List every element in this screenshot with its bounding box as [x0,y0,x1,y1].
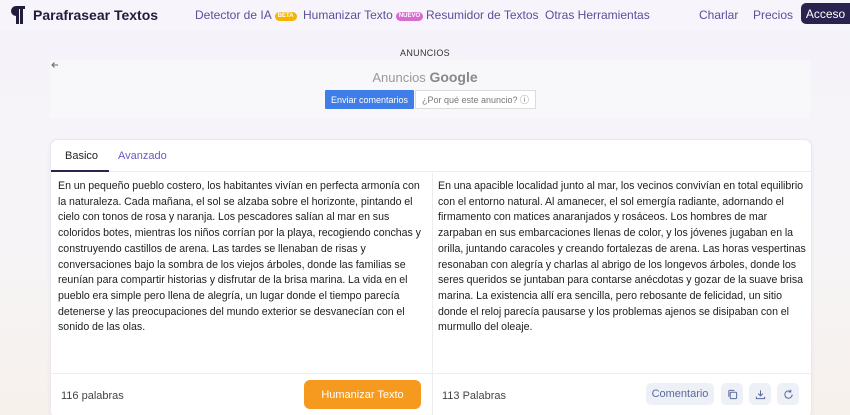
nav-link-label: Detector de IA [195,8,272,22]
top-navbar: Parafrasear Textos Detector de IA BETA Hu… [0,0,850,30]
ad-label: ANUNCIOS [400,48,450,58]
output-text: En una apacible localidad junto al mar, … [438,180,806,334]
footer-divider [51,373,811,374]
nav-link-humanize[interactable]: Humanizar Texto NUEVO [303,8,424,22]
input-textarea[interactable]: En un pequeño pueblo costero, los habita… [58,179,426,336]
tab-basico[interactable]: Basico [65,150,98,162]
new-badge: NUEVO [395,12,424,21]
brand-name: Parafrasear Textos [33,7,159,23]
active-tab-indicator [51,170,109,172]
copy-button[interactable] [721,383,743,405]
ad-title-brand: Google [429,69,478,85]
nav-link-pricing[interactable]: Precios [753,8,793,22]
input-word-count: 116 palabras [61,390,124,402]
editor-tabs: Basico Avanzado [51,140,811,172]
pilcrow-icon [11,6,25,24]
send-feedback-button[interactable]: Enviar comentarios [325,90,414,109]
ad-title: Anuncios Google [0,69,850,85]
output-word-count: 113 Palabras [442,390,507,402]
why-this-ad-button[interactable]: ¿Por qué este anuncio? ⓘ [415,90,536,109]
panel-divider [432,173,433,415]
download-icon [755,389,765,399]
humanize-button[interactable]: Humanizar Texto [304,380,421,409]
ad-title-prefix: Anuncios [372,70,426,85]
editor-card: Basico Avanzado En un pequeño pueblo cos… [50,139,812,415]
brand-logo[interactable]: Parafrasear Textos [9,5,158,25]
nav-link-chat[interactable]: Charlar [699,8,738,22]
nav-link-other-tools[interactable]: Otras Herramientas [545,8,650,22]
nav-link-ai-detector[interactable]: Detector de IA BETA [195,8,297,22]
refresh-icon [783,389,793,399]
download-button[interactable] [749,383,771,405]
regenerate-button[interactable] [777,383,799,405]
login-button[interactable]: Acceso [801,3,850,24]
nav-link-summarizer[interactable]: Resumidor de Textos [426,8,539,22]
beta-badge: BETA [274,12,297,21]
nav-link-label: Humanizar Texto [303,8,393,22]
tab-avanzado[interactable]: Avanzado [118,150,167,162]
copy-icon [727,389,737,399]
comment-button[interactable]: Comentario [646,383,714,405]
